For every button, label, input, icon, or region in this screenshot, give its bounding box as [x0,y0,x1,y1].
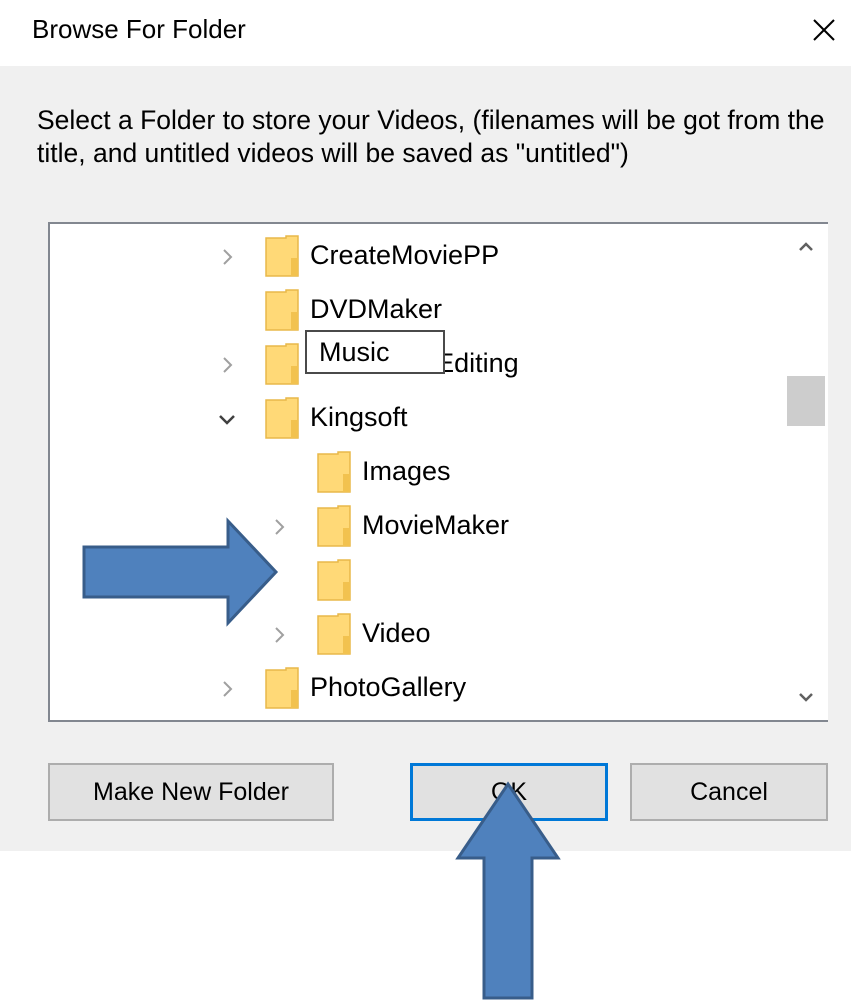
tree-node-kingsoft[interactable]: Kingsoft [50,394,780,444]
folder-tree[interactable]: CreateMoviePPDVDMakerFreePhotoEditingKin… [48,222,828,722]
folder-icon [316,450,352,494]
chevron-right-icon[interactable] [216,246,238,268]
chevron-down-icon[interactable] [216,408,238,430]
instruction-text: Select a Folder to store your Videos, (f… [37,105,825,168]
tree-node-photogallery[interactable]: PhotoGallery [50,664,780,714]
tree-node-label: MovieMaker [362,510,510,540]
folder-icon [264,342,300,386]
scroll-thumb[interactable] [787,376,825,426]
tree-node-label: Kingsoft [310,402,408,432]
folder-icon [264,288,300,332]
tree-node-images[interactable]: Images [50,448,780,498]
make-new-folder-label: Make New Folder [93,778,289,806]
chevron-right-icon[interactable] [216,354,238,376]
chevron-right-icon[interactable] [216,678,238,700]
tree-node-label: Video [362,618,431,648]
cancel-button[interactable]: Cancel [630,763,828,821]
make-new-folder-button[interactable]: Make New Folder [48,763,334,821]
arrow-right-annotation [82,517,279,627]
title-bar: Browse For Folder [0,0,851,66]
tree-node-label: CreateMoviePP [310,240,500,270]
folder-icon [316,558,352,602]
close-button[interactable] [800,8,846,52]
vertical-scrollbar[interactable] [784,224,828,720]
folder-icon [264,234,300,278]
dialog-title: Browse For Folder [32,14,246,44]
browse-for-folder-dialog: Browse For Folder Select a Folder to sto… [0,0,851,851]
tree-node-label: PhotoGallery [310,672,467,702]
chevron-right-icon[interactable] [268,624,290,646]
scroll-up-icon [799,242,813,251]
arrow-up-annotation [455,781,561,1000]
folder-icon [264,396,300,440]
tree-node-label: Images [362,456,451,486]
folder-icon [316,612,352,656]
folder-icon [316,504,352,548]
scroll-down-icon [799,693,813,702]
cancel-label: Cancel [690,778,768,806]
tree-node-dvdmaker[interactable]: DVDMaker [50,286,780,336]
rename-input[interactable] [305,330,445,374]
tree-node-createmoviepp[interactable]: CreateMoviePP [50,232,780,282]
folder-icon [264,666,300,710]
scroll-up-button[interactable] [784,224,828,268]
close-icon [813,19,835,41]
scroll-down-button[interactable] [784,676,828,720]
tree-node-label: DVDMaker [310,294,443,324]
